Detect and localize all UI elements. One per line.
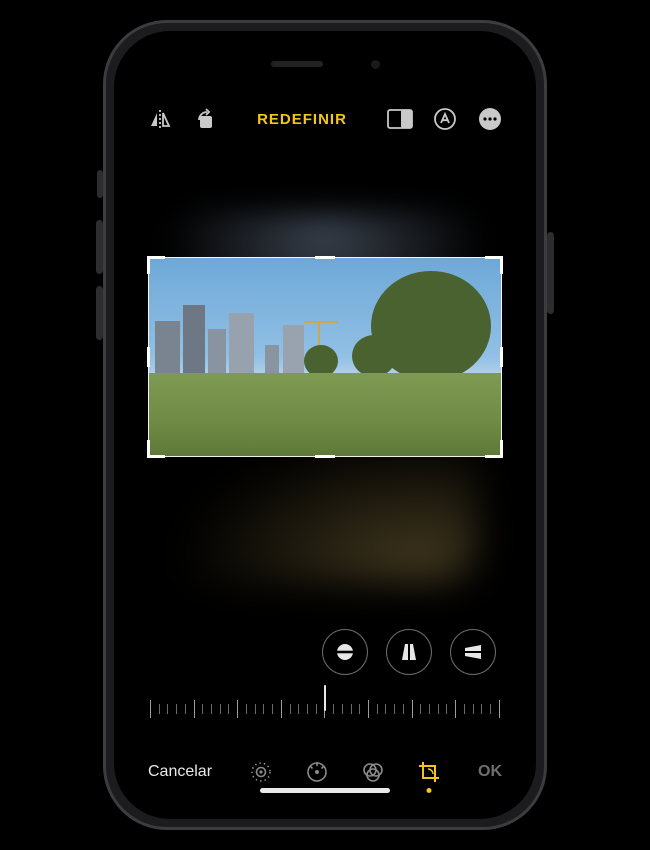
slider-tick bbox=[281, 700, 282, 718]
slider-tick bbox=[394, 704, 395, 714]
slider-tick bbox=[298, 704, 299, 714]
perspective-horizontal-icon bbox=[463, 642, 483, 662]
slider-tick bbox=[429, 704, 430, 714]
top-toolbar: REDEFINIR bbox=[132, 85, 518, 153]
slider-tick bbox=[377, 704, 378, 714]
slider-tick bbox=[176, 704, 177, 714]
more-icon bbox=[478, 107, 502, 131]
tab-live-photo[interactable] bbox=[248, 759, 274, 785]
filters-icon bbox=[361, 760, 385, 784]
rotate-icon bbox=[193, 108, 217, 130]
tab-crop[interactable] bbox=[416, 759, 442, 785]
reset-button[interactable]: REDEFINIR bbox=[257, 111, 347, 128]
crop-frame[interactable] bbox=[148, 257, 502, 457]
flip-horizontal-icon bbox=[148, 108, 172, 130]
crop-handle-bottom[interactable] bbox=[315, 455, 335, 458]
home-indicator[interactable] bbox=[260, 788, 390, 793]
aspect-ratio-icon bbox=[387, 109, 413, 129]
ok-button[interactable]: OK bbox=[478, 763, 502, 781]
tab-filters[interactable] bbox=[360, 759, 386, 785]
slider-tick bbox=[342, 704, 343, 714]
slider-tick bbox=[220, 704, 221, 714]
slider-tick bbox=[481, 704, 482, 714]
slider-tick bbox=[455, 700, 456, 718]
cancel-button[interactable]: Cancelar bbox=[148, 763, 212, 781]
flip-button[interactable] bbox=[148, 105, 173, 133]
live-photo-icon bbox=[249, 760, 273, 784]
slider-tick bbox=[420, 704, 421, 714]
slider-tick bbox=[237, 700, 238, 718]
tab-adjust[interactable] bbox=[304, 759, 330, 785]
markup-icon bbox=[433, 107, 457, 131]
slider-tick bbox=[159, 704, 160, 714]
slider-indicator[interactable] bbox=[324, 685, 326, 711]
notch bbox=[227, 49, 423, 79]
perspective-vertical-icon bbox=[399, 642, 419, 662]
adjust-icon bbox=[305, 760, 329, 784]
slider-tick bbox=[403, 704, 404, 714]
slider-tick bbox=[194, 700, 195, 718]
photos-edit-app: REDEFINIR bbox=[132, 49, 518, 801]
phone-bezel: REDEFINIR bbox=[114, 31, 536, 819]
slider-tick bbox=[150, 700, 151, 718]
slider-tick bbox=[464, 704, 465, 714]
slider-tick bbox=[211, 704, 212, 714]
slider-tick bbox=[202, 704, 203, 714]
slider-tick bbox=[246, 704, 247, 714]
slider-tick bbox=[385, 704, 386, 714]
slider-tick bbox=[255, 704, 256, 714]
crop-icon bbox=[417, 760, 441, 784]
slider-tick bbox=[490, 704, 491, 714]
crop-handle-right[interactable] bbox=[500, 347, 503, 367]
phone-frame: REDEFINIR bbox=[103, 20, 547, 830]
perspective-vertical-button[interactable] bbox=[386, 629, 432, 675]
stage: REDEFINIR bbox=[0, 0, 650, 850]
slider-tick bbox=[438, 704, 439, 714]
slider-tick bbox=[290, 704, 291, 714]
speaker-grille bbox=[271, 61, 323, 67]
rotate-button[interactable] bbox=[193, 105, 218, 133]
edit-canvas bbox=[132, 153, 518, 629]
slider-tick bbox=[333, 704, 334, 714]
crop-handle-top[interactable] bbox=[315, 256, 335, 259]
slider-tick bbox=[316, 704, 317, 714]
hw-volume-up bbox=[96, 220, 103, 274]
slider-tick bbox=[359, 704, 360, 714]
crop-handle-tr[interactable] bbox=[500, 256, 503, 274]
crop-handle-tl[interactable] bbox=[147, 256, 150, 274]
slider-tick bbox=[499, 700, 500, 718]
crop-adjustments-row bbox=[132, 629, 518, 689]
active-tab-indicator bbox=[427, 788, 432, 793]
markup-button[interactable] bbox=[433, 105, 458, 133]
hw-power-button bbox=[547, 232, 554, 314]
slider-tick bbox=[351, 704, 352, 714]
slider-tick bbox=[263, 704, 264, 714]
angle-slider[interactable] bbox=[150, 689, 500, 729]
straighten-icon bbox=[334, 641, 356, 663]
more-button[interactable] bbox=[477, 105, 502, 133]
crop-handle-left[interactable] bbox=[147, 347, 150, 367]
aspect-ratio-button[interactable] bbox=[387, 105, 413, 133]
hw-volume-down bbox=[96, 286, 103, 340]
crop-box[interactable] bbox=[148, 257, 502, 457]
edit-mode-tabs bbox=[248, 759, 442, 785]
crop-handle-br[interactable] bbox=[500, 440, 503, 458]
front-camera bbox=[371, 60, 380, 69]
slider-tick bbox=[473, 704, 474, 714]
perspective-horizontal-button[interactable] bbox=[450, 629, 496, 675]
slider-tick bbox=[412, 700, 413, 718]
phone-screen: REDEFINIR bbox=[132, 49, 518, 801]
slider-tick bbox=[368, 700, 369, 718]
slider-tick bbox=[167, 704, 168, 714]
slider-tick bbox=[185, 704, 186, 714]
slider-tick bbox=[228, 704, 229, 714]
slider-tick bbox=[446, 704, 447, 714]
straighten-button[interactable] bbox=[322, 629, 368, 675]
crop-handle-bl[interactable] bbox=[147, 440, 150, 458]
slider-tick bbox=[307, 704, 308, 714]
slider-tick bbox=[272, 704, 273, 714]
